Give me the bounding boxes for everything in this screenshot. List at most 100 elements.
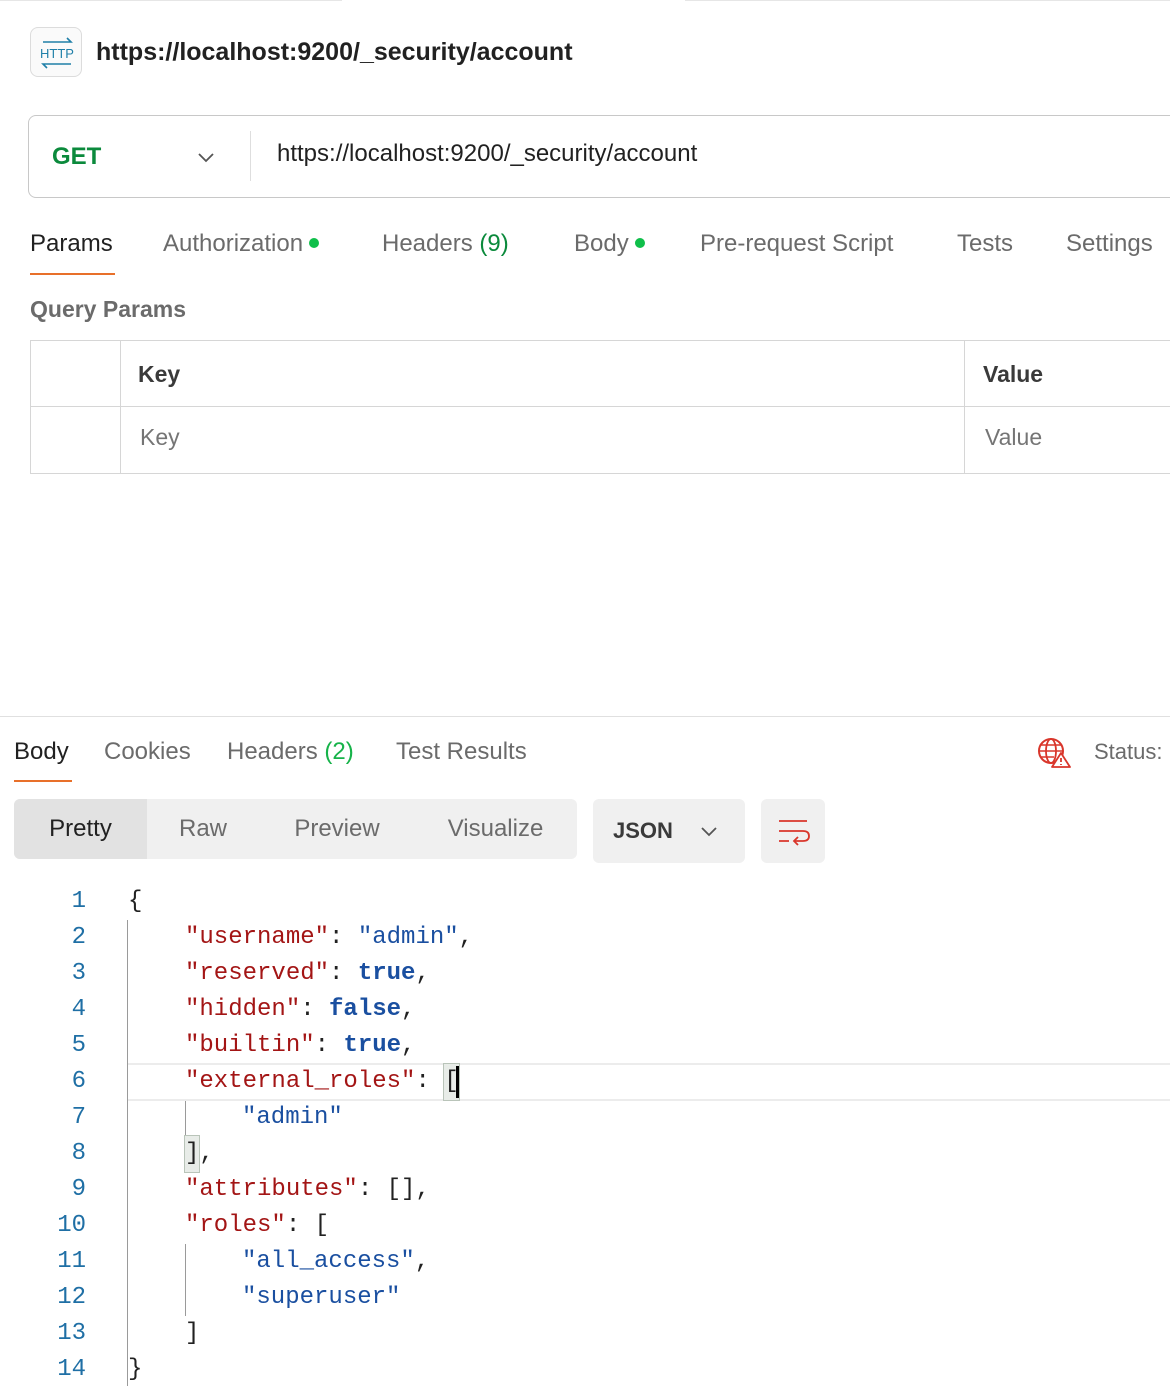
view-pretty-button[interactable]: Pretty xyxy=(14,799,147,859)
line-number: 9 xyxy=(71,1176,86,1203)
headers-count: (9) xyxy=(479,230,509,257)
tab-params[interactable]: Params xyxy=(30,226,113,262)
status-label: Status: xyxy=(1094,739,1163,764)
line-number: 6 xyxy=(71,1068,86,1095)
json-key: "external_roles" xyxy=(185,1068,416,1095)
wrap-lines-button[interactable] xyxy=(761,799,825,863)
tab-body-label: Body xyxy=(574,230,629,257)
query-params-label: Query Params xyxy=(30,296,186,322)
json-punct: , xyxy=(401,1032,416,1059)
tab-pre-request-script[interactable]: Pre-request Script xyxy=(700,226,893,262)
json-value: "all_access" xyxy=(242,1248,415,1275)
code-line: "builtin": true, xyxy=(185,1028,415,1064)
top-tab-strip xyxy=(0,0,1170,4)
column-header-value: Value xyxy=(983,361,1044,387)
line-number: 8 xyxy=(71,1140,86,1167)
response-headers-count: (2) xyxy=(324,738,354,765)
code-line: ] xyxy=(185,1316,199,1352)
json-value: true xyxy=(357,960,416,987)
json-key: "attributes" xyxy=(185,1176,358,1203)
tab-cookies-label: Cookies xyxy=(104,738,191,765)
globe-warning-icon[interactable] xyxy=(1036,736,1072,768)
line-number: 5 xyxy=(71,1032,86,1059)
line-number: 7 xyxy=(71,1104,86,1131)
code-line: "roles": [ xyxy=(185,1208,329,1244)
tab-test-results-label: Test Results xyxy=(396,738,527,765)
table-divider xyxy=(31,406,1170,407)
json-punct: , xyxy=(414,1248,430,1275)
code-line: "all_access", xyxy=(242,1244,429,1280)
tab-pre-request-label: Pre-request Script xyxy=(700,230,894,257)
json-punct: : xyxy=(329,960,358,987)
code-line: "attributes": [], xyxy=(185,1172,430,1208)
chevron-down-icon[interactable] xyxy=(194,145,218,169)
key-input[interactable] xyxy=(140,420,940,454)
table-divider xyxy=(120,341,121,473)
tab-test-results[interactable]: Test Results xyxy=(396,734,527,770)
line-number: 10 xyxy=(57,1212,86,1239)
json-punct: : xyxy=(329,924,358,951)
json-punct: [] xyxy=(386,1176,416,1203)
tab-tests[interactable]: Tests xyxy=(957,226,1013,262)
view-raw-button[interactable]: Raw xyxy=(147,799,259,859)
format-dropdown[interactable]: JSON xyxy=(593,799,745,863)
response-body-viewer[interactable]: 1 2 3 4 5 6 7 8 9 10 11 12 13 14 { "user… xyxy=(0,882,1170,1388)
pane-divider[interactable] xyxy=(0,716,1170,717)
url-input[interactable]: https://localhost:9200/_security/account xyxy=(277,136,697,172)
json-punct: , xyxy=(415,1176,430,1203)
line-number: 14 xyxy=(57,1356,86,1383)
tab-response-headers-label: Headers xyxy=(227,738,318,765)
response-tabs: Body Cookies Headers (2) Test Results xyxy=(0,734,1170,784)
tab-settings[interactable]: Settings xyxy=(1066,226,1153,262)
line-number: 1 xyxy=(71,888,86,915)
tab-response-headers[interactable]: Headers (2) xyxy=(227,734,354,770)
code-line: "username": "admin", xyxy=(185,920,473,956)
json-value: false xyxy=(329,996,402,1023)
tab-response-body[interactable]: Body xyxy=(14,734,69,770)
json-punct: , xyxy=(415,960,430,987)
code-line: "hidden": false, xyxy=(185,992,415,1028)
code-line: } xyxy=(128,1352,142,1388)
view-preview-button[interactable]: Preview xyxy=(272,799,402,859)
svg-text:HTTP: HTTP xyxy=(40,46,74,61)
value-input[interactable] xyxy=(985,420,1165,454)
line-number: 13 xyxy=(57,1320,86,1347)
tab-headers[interactable]: Headers (9) xyxy=(382,226,509,262)
http-icon: HTTP xyxy=(30,27,82,77)
tab-settings-label: Settings xyxy=(1066,230,1153,257)
json-punct: ] xyxy=(185,1320,200,1347)
json-punct: , xyxy=(401,996,416,1023)
json-punct: [ xyxy=(314,1212,330,1239)
json-key: "roles" xyxy=(185,1212,286,1239)
url-divider xyxy=(250,131,251,181)
line-number: 2 xyxy=(71,924,86,951)
tab-response-body-label: Body xyxy=(14,738,69,765)
line-number: 3 xyxy=(71,960,86,987)
code-line: ], xyxy=(183,1135,214,1173)
view-visualize-button[interactable]: Visualize xyxy=(424,799,567,859)
tab-body[interactable]: Body xyxy=(574,226,645,262)
method-selector[interactable]: GET xyxy=(52,140,101,174)
request-title[interactable]: https://localhost:9200/_security/account xyxy=(96,34,573,70)
tab-params-label: Params xyxy=(30,230,113,257)
tab-headers-label: Headers xyxy=(382,230,473,257)
json-key: "username" xyxy=(185,924,330,951)
indent-guide xyxy=(185,1244,186,1316)
active-tab-indicator xyxy=(14,780,72,782)
active-tab-indicator xyxy=(30,273,115,275)
line-number: 12 xyxy=(57,1284,86,1311)
request-tabs: Params Authorization Headers (9) Body Pr… xyxy=(0,226,1170,278)
json-punct: } xyxy=(128,1356,143,1383)
tab-authorization[interactable]: Authorization xyxy=(163,226,320,262)
json-punct: , xyxy=(458,924,474,951)
code-line: "superuser" xyxy=(242,1280,400,1316)
json-punct: : xyxy=(357,1176,387,1203)
json-value: "admin" xyxy=(357,924,459,951)
json-key: "hidden" xyxy=(185,996,301,1023)
status-dot xyxy=(634,237,645,248)
wrap-lines-icon xyxy=(779,820,810,846)
matched-bracket: ] xyxy=(183,1135,201,1173)
tab-cookies[interactable]: Cookies xyxy=(104,734,191,770)
code-line: { xyxy=(128,884,142,920)
text-cursor xyxy=(456,1066,459,1098)
